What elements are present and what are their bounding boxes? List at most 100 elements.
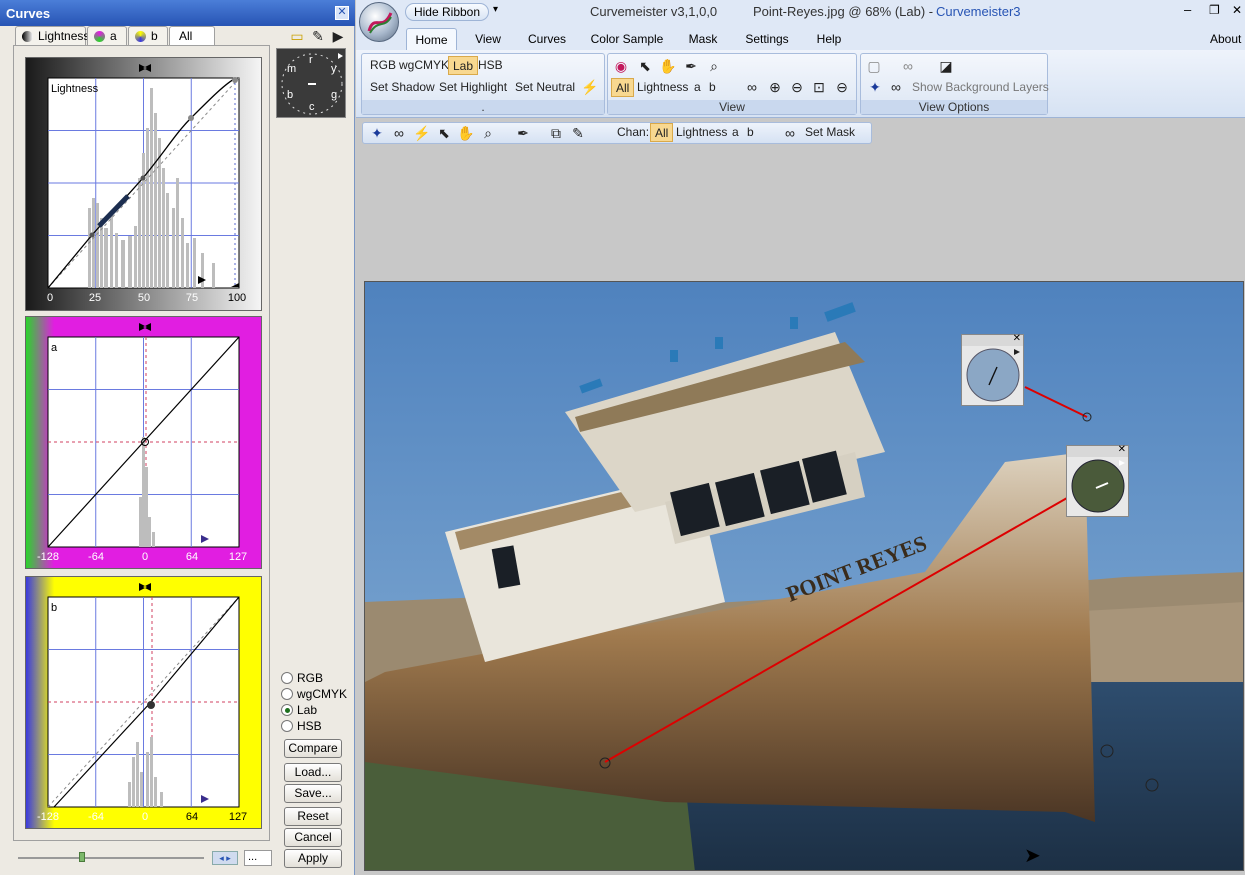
mask-icon[interactable]: ∞: [390, 124, 408, 142]
a-chart-label: a: [51, 342, 58, 354]
apply-button[interactable]: Apply: [284, 849, 342, 868]
save-button[interactable]: Save...: [284, 784, 342, 803]
zoom-icon[interactable]: ⌕: [705, 57, 723, 75]
zoom-in-icon[interactable]: ⊕: [766, 78, 784, 96]
eyedropper-icon[interactable]: ✒: [682, 57, 700, 75]
wrench-icon[interactable]: ✎: [309, 27, 327, 45]
minimize-button[interactable]: –: [1184, 2, 1191, 17]
tab-color-sample[interactable]: Color Sample: [587, 28, 667, 50]
chan-lightness-button[interactable]: Lightness: [633, 78, 692, 97]
pointer-icon[interactable]: ⬉: [636, 57, 654, 75]
dropper-tool-icon[interactable]: ✦: [866, 78, 884, 96]
chan-b-button[interactable]: b: [705, 78, 720, 97]
chan-all-button[interactable]: All: [611, 78, 635, 97]
close-icon[interactable]: ✕: [1118, 444, 1126, 455]
dial-letter: y: [331, 63, 337, 75]
copy-icon[interactable]: ⧉: [547, 124, 565, 142]
close-window-button[interactable]: ✕: [1232, 3, 1242, 17]
compare-button[interactable]: Compare: [284, 739, 342, 758]
tick-label: 64: [185, 551, 199, 563]
hide-ribbon-button[interactable]: Hide Ribbon: [405, 3, 489, 21]
dial-letter: b: [287, 89, 294, 101]
chan-a-button[interactable]: a: [690, 78, 705, 97]
quick-access-dropdown-icon[interactable]: ▾: [493, 4, 498, 15]
fit-to-window-icon[interactable]: ⊡: [810, 78, 828, 96]
mode-radio-lab[interactable]: Lab: [281, 703, 317, 717]
set-shadow-button[interactable]: Set Shadow: [366, 78, 439, 97]
slider-value[interactable]: ...: [244, 850, 272, 866]
b-curve-graph[interactable]: [26, 577, 263, 830]
sample-point-dial-2[interactable]: ✕: [1066, 444, 1129, 517]
set-neutral-button[interactable]: Set Neutral: [511, 78, 579, 97]
zoom-icon[interactable]: ⌕: [479, 124, 497, 142]
settings-wrench-icon[interactable]: ✎: [569, 124, 587, 142]
color-dial[interactable]: m r y b c g: [276, 48, 346, 118]
channel-toolbar: ✦ ∞ ⚡ ⬉ ✋ ⌕ ✒ ⧉ ✎ Chan: All Lightness a …: [362, 122, 872, 144]
load-button[interactable]: Load...: [284, 763, 342, 782]
hsb-button[interactable]: HSB: [474, 56, 507, 75]
tab-view[interactable]: View: [468, 28, 508, 50]
pointer-icon[interactable]: ⬉: [435, 124, 453, 142]
hand-icon[interactable]: ✋: [659, 57, 677, 75]
arrows-icon[interactable]: ◂ ▸: [212, 851, 238, 865]
mode-radio-rgb[interactable]: RGB: [281, 671, 323, 685]
note-icon[interactable]: ▭: [288, 27, 306, 45]
curves-logo-icon[interactable]: ◉: [612, 57, 630, 75]
mode-radio-wgcmyk[interactable]: wgCMYK: [281, 687, 347, 701]
app-menu-button[interactable]: [359, 2, 399, 42]
mode-radio-hsb[interactable]: HSB: [281, 719, 322, 733]
tab-all[interactable]: All: [169, 26, 215, 46]
tab-curves[interactable]: Curves: [522, 28, 572, 50]
dropper-tool-icon[interactable]: ✦: [368, 124, 386, 142]
set-highlight-button[interactable]: Set Highlight: [435, 78, 511, 97]
toolbar-chan-a-button[interactable]: a: [728, 123, 743, 142]
close-icon[interactable]: ✕: [335, 6, 349, 20]
reset-button[interactable]: Reset: [284, 807, 342, 826]
tab-settings[interactable]: Settings: [740, 28, 794, 50]
eyedropper-icon[interactable]: ✒: [514, 124, 532, 142]
about-link[interactable]: About: [1210, 28, 1245, 50]
tab-lightness[interactable]: Lightness: [15, 26, 89, 46]
set-mask-button[interactable]: Set Mask: [801, 123, 859, 142]
tick-label: 50: [137, 292, 151, 304]
hand-icon[interactable]: ✋: [457, 124, 475, 142]
cancel-button[interactable]: Cancel: [284, 828, 342, 847]
curve-tool-icon[interactable]: ⚡: [413, 124, 431, 142]
tick-label: -128: [36, 551, 60, 563]
lightness-curve-graph[interactable]: [26, 58, 263, 312]
a-curve-graph[interactable]: [26, 317, 263, 570]
toolbar-chan-lightness-button[interactable]: Lightness: [672, 123, 731, 142]
lightness-icon: [22, 31, 33, 42]
maximize-button[interactable]: ❐: [1209, 3, 1220, 17]
tab-a[interactable]: a: [87, 26, 127, 46]
b-channel-icon: [135, 31, 146, 42]
mask-toggle-icon[interactable]: ∞: [887, 78, 905, 96]
document-image[interactable]: POINT REYES ✕ ✕: [364, 281, 1244, 871]
zoom-slider-track[interactable]: [18, 857, 204, 859]
toolbar-chan-all-button[interactable]: All: [650, 123, 674, 142]
zoom-out-icon[interactable]: ⊖: [788, 78, 806, 96]
tick-label: 0: [141, 811, 149, 823]
toolbar-chan-b-button[interactable]: b: [743, 123, 758, 142]
play-icon[interactable]: ▶: [329, 27, 347, 45]
close-icon[interactable]: ✕: [1013, 333, 1021, 344]
zoom-slider-thumb[interactable]: [79, 852, 85, 862]
auto-adjust-icon[interactable]: ⚡: [581, 78, 599, 96]
dial-letter: c: [309, 101, 315, 113]
show-background-layers-button[interactable]: Show Background Layers: [908, 78, 1053, 97]
tab-home[interactable]: Home: [406, 28, 457, 50]
tab-b[interactable]: b: [128, 26, 168, 46]
wgcmyk-button[interactable]: wgCMYK: [395, 56, 453, 75]
zoom-minus-icon[interactable]: ⊖: [833, 78, 851, 96]
tab-mask[interactable]: Mask: [683, 28, 723, 50]
mask-icon[interactable]: ∞: [743, 78, 761, 96]
tab-help[interactable]: Help: [810, 28, 848, 50]
mask-icon[interactable]: ∞: [781, 124, 799, 142]
a-axis-ticks: -128 -64 0 64 127: [26, 551, 263, 565]
mask-view-icon[interactable]: ∞: [899, 57, 917, 75]
curve-view-icon[interactable]: ◪: [937, 57, 955, 75]
layer-icon[interactable]: ▢: [865, 57, 883, 75]
group-caption: View Options: [861, 100, 1047, 114]
sample-point-dial-1[interactable]: ✕: [961, 333, 1024, 406]
tick-label: 25: [88, 292, 102, 304]
